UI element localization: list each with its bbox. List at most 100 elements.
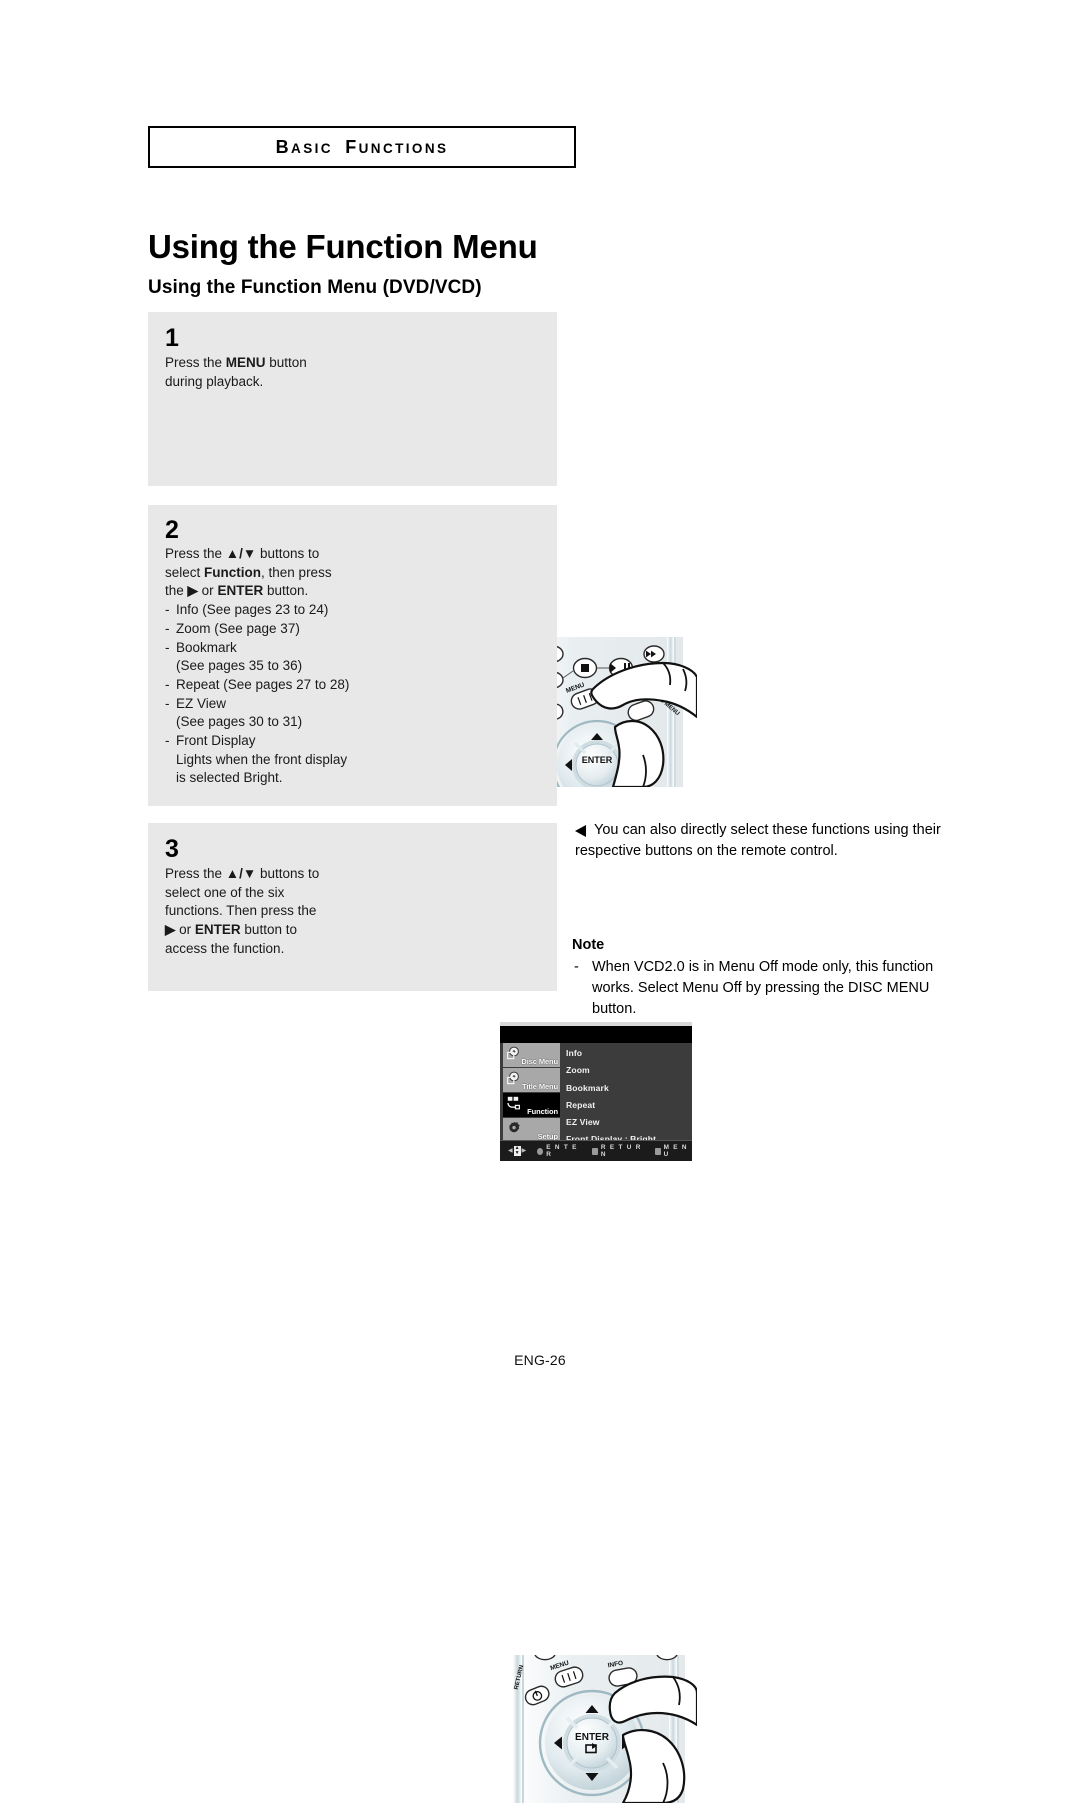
- step-panel-3: 3 Press the ▲/▼ buttons to select one of…: [148, 823, 697, 1803]
- osd-item-zoom[interactable]: Zoom: [566, 1062, 690, 1079]
- nav-left-icon: ◀: [508, 1148, 513, 1154]
- osd-function-menu-screenshot: Disc Menu Title Menu Function Setup Info…: [500, 1022, 692, 1161]
- chapter-header-box: BASIC FUNCTIONS: [148, 126, 576, 168]
- step1-line2: during playback.: [165, 373, 264, 389]
- right-arrow-icon: ▶: [165, 922, 176, 938]
- step-panel-1: 1 Press the MENU button during playback.: [148, 312, 697, 787]
- step-instruction-3: Press the ▲/▼ buttons to select one of t…: [165, 865, 365, 959]
- page-title: Using the Function Menu: [148, 228, 538, 265]
- step3-l3: functions. Then press the: [165, 903, 317, 919]
- list-item-label: Zoom (See page 37): [176, 620, 300, 636]
- note-body-text: When VCD2.0 is in Menu Off mode only, th…: [592, 959, 934, 1017]
- osd-tab-setup[interactable]: Setup: [503, 1118, 560, 1142]
- left-triangle-bullet-icon: [575, 825, 586, 837]
- step2-l3e: button.: [263, 583, 309, 599]
- right-arrow-icon: ▶: [187, 583, 198, 599]
- remote-control-illustration-3: MENU INFO RETURN ENTER: [497, 1655, 697, 1803]
- osd-tab-function[interactable]: Function: [503, 1093, 560, 1117]
- list-dash: -: [165, 620, 170, 636]
- step2-l1c: buttons to: [256, 546, 320, 561]
- osd-item-ez-view[interactable]: EZ View: [566, 1114, 690, 1131]
- list-item: - Bookmark (See pages 35 to 36): [165, 639, 383, 676]
- list-item: - Info (See pages 23 to 24): [165, 601, 383, 620]
- osd-body: Disc Menu Title Menu Function Setup Info…: [500, 1043, 692, 1144]
- step2-l2a: select: [165, 564, 205, 580]
- step3-l4d: button to: [240, 922, 297, 938]
- osd-tab-label: Function: [527, 1107, 558, 1116]
- list-item: - Repeat (See pages 27 to 28): [165, 676, 383, 695]
- osd-menu-items: Info Zoom Bookmark Repeat EZ View Front …: [566, 1045, 690, 1149]
- remote-tip-text: You can also directly select these funct…: [575, 822, 941, 859]
- gear-icon: [507, 1121, 521, 1135]
- remote-svg-3: MENU INFO RETURN ENTER: [513, 1655, 697, 1803]
- list-dash: -: [165, 602, 170, 618]
- nav-right-icon: ▶: [521, 1148, 527, 1154]
- step-panel-2: 2 Press the ▲/▼ buttons to select Functi…: [148, 505, 692, 1161]
- osd-hint-return: R E T U R N: [591, 1144, 644, 1158]
- step2-enter-keyword: ENTER: [217, 583, 264, 599]
- navigation-pad-icon: ◀ ▲ ▼ ▶: [508, 1146, 526, 1156]
- title-menu-icon: [507, 1071, 521, 1085]
- nav-vertical-icon: ▲ ▼: [513, 1146, 521, 1156]
- function-items-list: - Info (See pages 23 to 24) - Zoom (See pa…: [165, 601, 383, 788]
- list-dash: -: [165, 695, 170, 711]
- list-item-continuation-2: is selected Bright.: [176, 770, 283, 786]
- step2-l2c: , then press: [261, 564, 332, 580]
- osd-hint-label: R E T U R N: [600, 1144, 642, 1158]
- svg-text:ENTER: ENTER: [575, 1732, 610, 1743]
- step2-l3a: the: [165, 583, 188, 599]
- osd-tab-title-menu[interactable]: Title Menu: [503, 1068, 560, 1092]
- list-item-label: Repeat (See pages 27 to 28): [176, 676, 350, 692]
- list-item-continuation: (See pages 30 to 31): [176, 714, 303, 730]
- function-icon: [507, 1096, 521, 1110]
- list-item: - Zoom (See page 37): [165, 620, 383, 639]
- nav-down-icon: ▼: [514, 1150, 520, 1156]
- page-number-footer: ENG-26: [514, 1352, 566, 1368]
- step-number-3: 3: [165, 835, 179, 863]
- osd-tab-disc-menu[interactable]: Disc Menu: [503, 1043, 560, 1067]
- step2-l3c: or: [197, 583, 218, 599]
- svg-text:ENTER: ENTER: [582, 755, 613, 765]
- step1-menu-keyword: MENU: [225, 355, 266, 370]
- list-item: - Front Display Lights when the front disp…: [165, 732, 383, 788]
- list-item-label: Front Display: [176, 733, 256, 749]
- step2-l1a: Press the: [165, 546, 226, 561]
- page-subtitle: Using the Function Menu (DVD/VCD): [148, 277, 482, 298]
- osd-title-bar: [500, 1026, 692, 1043]
- remote-tip-callout: You can also directly select these funct…: [575, 820, 947, 862]
- step3-l5: access the function.: [165, 940, 285, 956]
- step2-function-keyword: Function: [204, 564, 262, 580]
- menu-key-icon: [654, 1147, 661, 1155]
- list-dash: -: [165, 639, 170, 655]
- osd-tab-label: Title Menu: [522, 1082, 558, 1091]
- disc-menu-icon: [507, 1046, 521, 1060]
- osd-item-repeat[interactable]: Repeat: [566, 1097, 690, 1114]
- enter-key-icon: [537, 1147, 544, 1155]
- osd-item-info[interactable]: Info: [566, 1045, 690, 1062]
- step3-l4b: or: [175, 922, 195, 938]
- updown-arrows-icon: ▲/▼: [225, 866, 257, 881]
- osd-hint-label: M E N U: [663, 1144, 688, 1158]
- osd-tab-label: Disc Menu: [521, 1057, 558, 1066]
- step-instruction-1: Press the MENU button during playback.: [165, 354, 380, 391]
- step3-enter-keyword: ENTER: [194, 922, 241, 938]
- note-title: Note: [572, 937, 605, 953]
- osd-item-bookmark[interactable]: Bookmark: [566, 1080, 690, 1097]
- osd-hint-label: E N T E R: [546, 1144, 578, 1158]
- note-block: Note - When VCD2.0 is in Menu Off mode o…: [572, 936, 950, 1020]
- osd-hint-enter: E N T E R: [537, 1144, 581, 1158]
- step1-line1-pre: Press the: [165, 355, 226, 370]
- return-key-icon: [591, 1147, 598, 1155]
- step3-l1a: Press the: [165, 866, 226, 881]
- step3-l2: select one of the six: [165, 884, 285, 900]
- note-body: - When VCD2.0 is in Menu Off mode only, …: [572, 957, 950, 1020]
- list-item-label: Bookmark: [176, 639, 237, 655]
- step-number-1: 1: [165, 324, 179, 352]
- osd-hint-menu: M E N U: [654, 1144, 692, 1158]
- list-item-label: EZ View: [176, 695, 227, 711]
- updown-arrows-icon: ▲/▼: [225, 546, 257, 561]
- list-item-continuation: Lights when the front display: [176, 751, 348, 767]
- step1-line1-post: button: [265, 355, 307, 370]
- list-dash: -: [165, 676, 170, 692]
- step-instruction-2: Press the ▲/▼ buttons to select Function…: [165, 545, 383, 788]
